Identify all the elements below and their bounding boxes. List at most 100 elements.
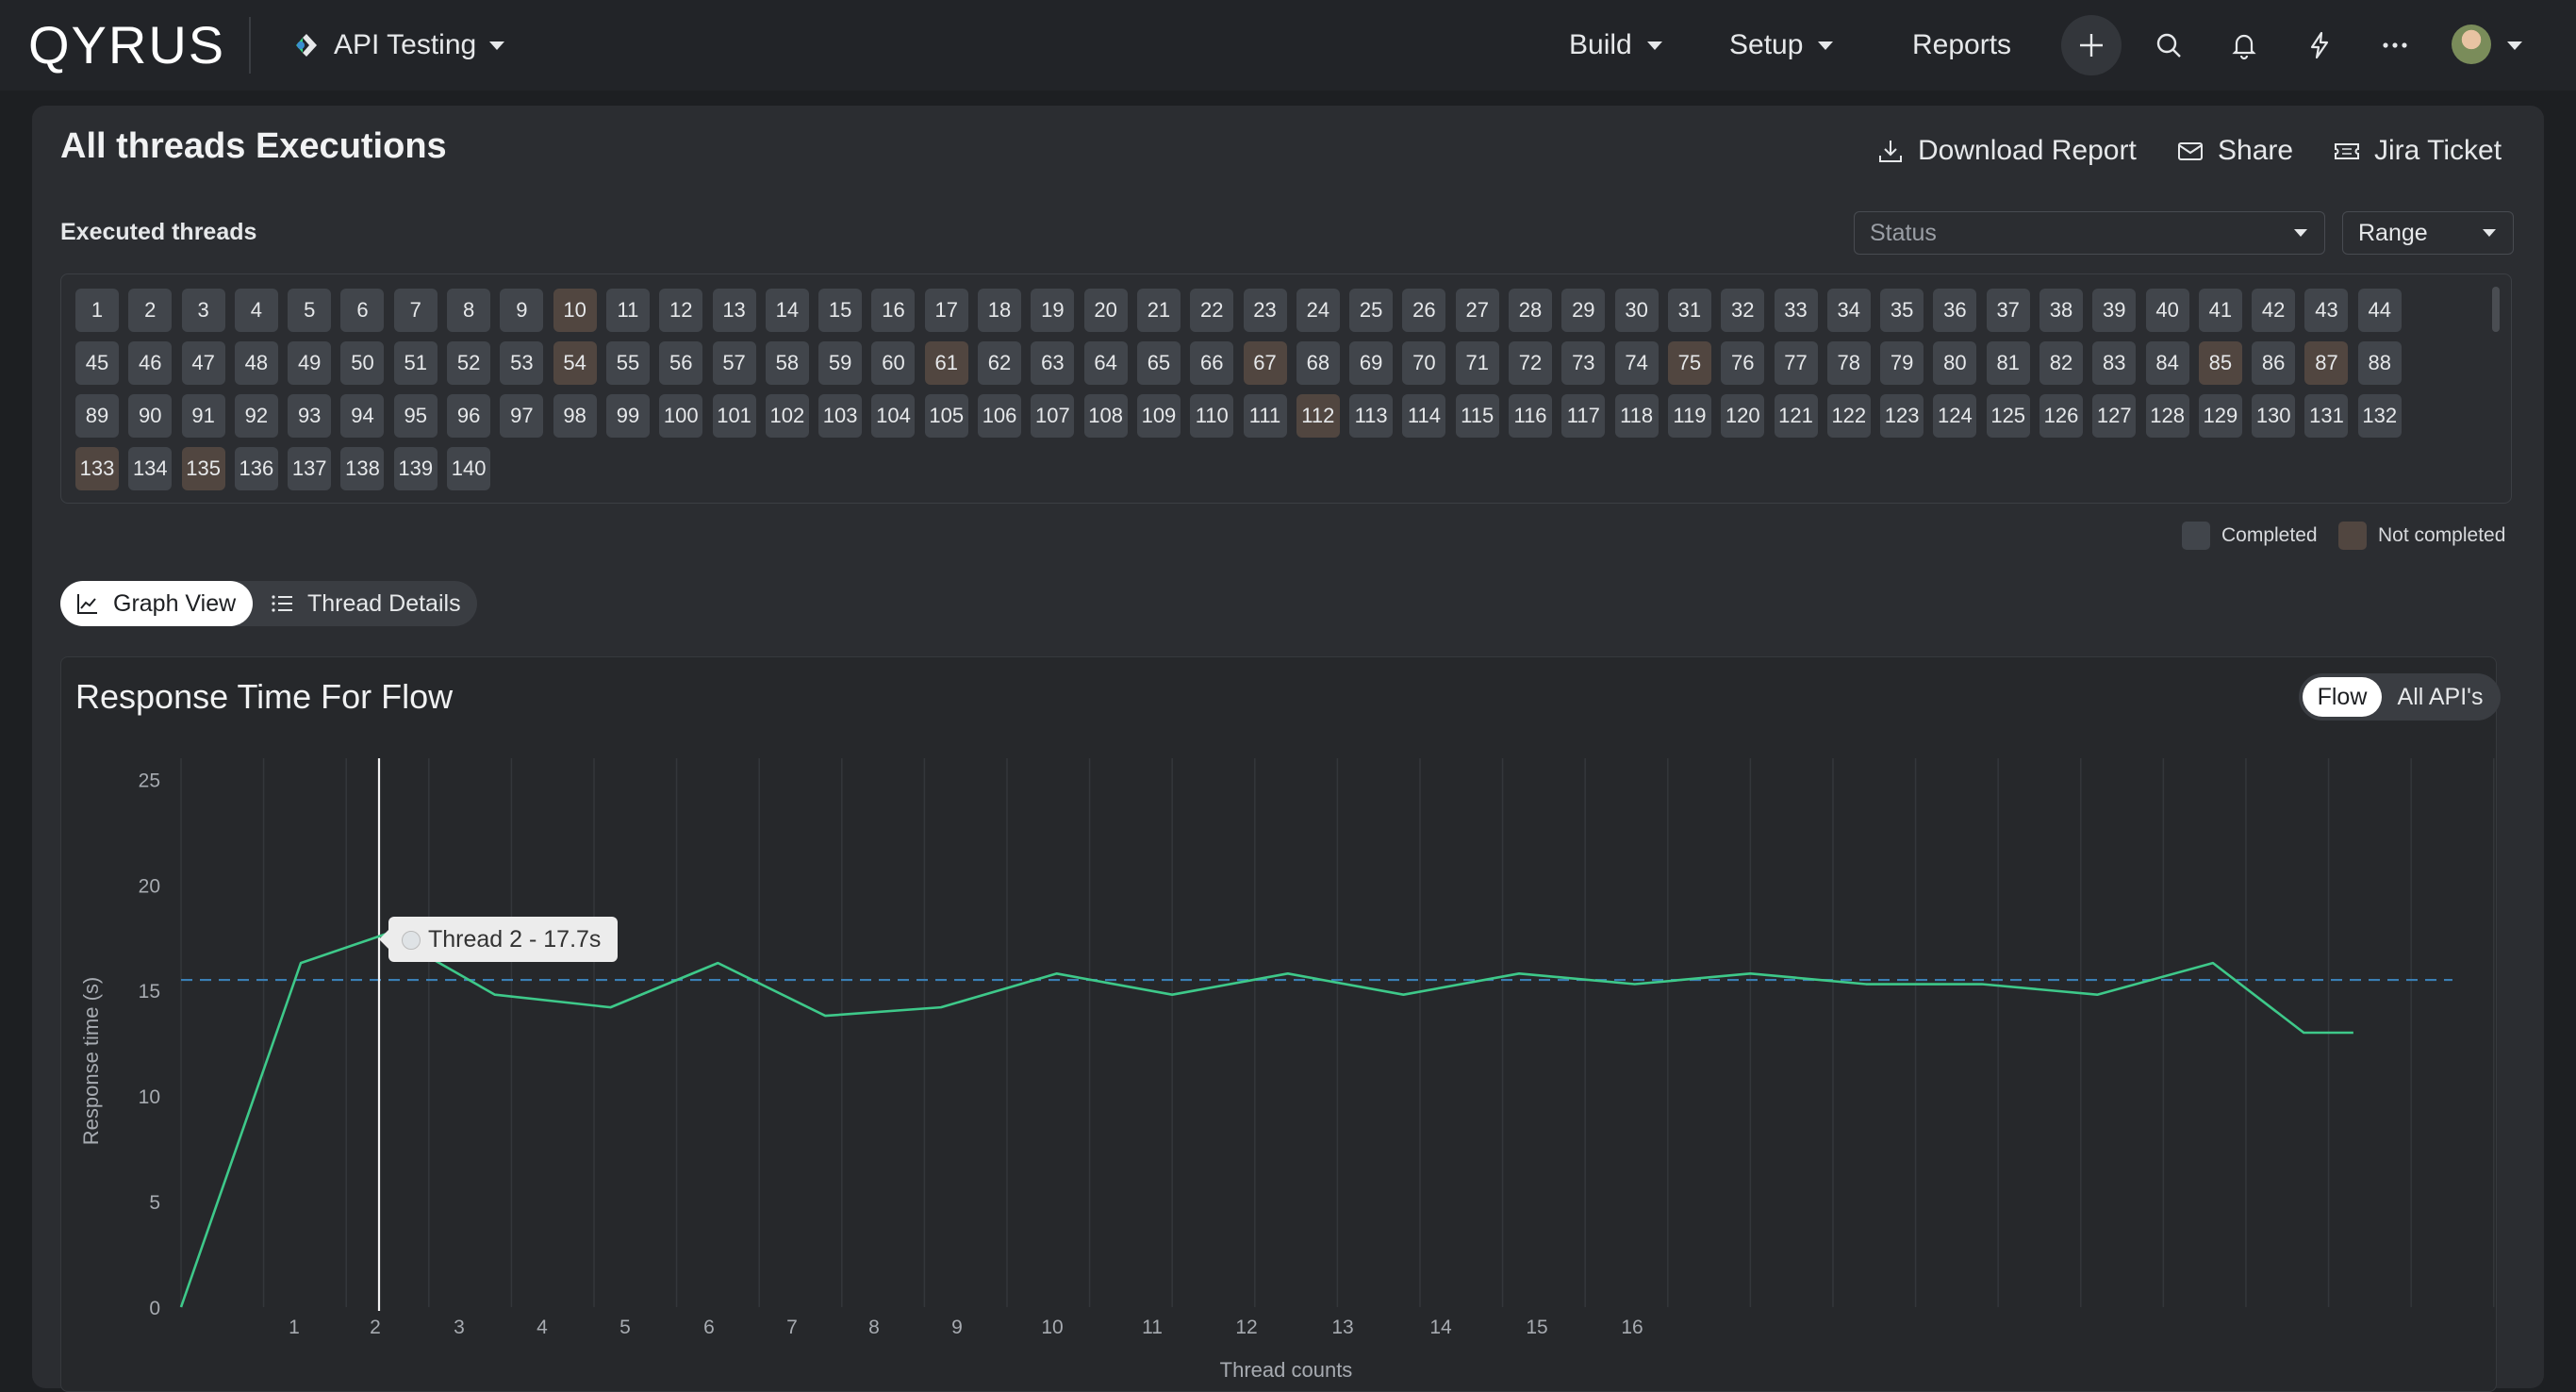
- thread-chip-13[interactable]: 13: [712, 289, 756, 332]
- thread-chip-9[interactable]: 9: [500, 289, 544, 332]
- thread-chip-56[interactable]: 56: [659, 341, 703, 385]
- thread-chip-109[interactable]: 109: [1136, 394, 1181, 438]
- thread-chip-14[interactable]: 14: [765, 289, 809, 332]
- thread-chip-10[interactable]: 10: [553, 289, 597, 332]
- thread-chip-136[interactable]: 136: [234, 447, 278, 490]
- thread-chip-73[interactable]: 73: [1561, 341, 1606, 385]
- thread-chip-6[interactable]: 6: [340, 289, 385, 332]
- thread-chip-107[interactable]: 107: [1031, 394, 1075, 438]
- thread-chip-23[interactable]: 23: [1243, 289, 1287, 332]
- thread-chip-112[interactable]: 112: [1296, 394, 1340, 438]
- thread-chip-31[interactable]: 31: [1667, 289, 1711, 332]
- thread-chip-126[interactable]: 126: [2039, 394, 2083, 438]
- thread-chip-100[interactable]: 100: [659, 394, 703, 438]
- thread-chip-28[interactable]: 28: [1509, 289, 1553, 332]
- thread-chip-7[interactable]: 7: [393, 289, 438, 332]
- thread-chip-45[interactable]: 45: [75, 341, 119, 385]
- thread-chip-17[interactable]: 17: [924, 289, 968, 332]
- thread-chip-29[interactable]: 29: [1561, 289, 1606, 332]
- thread-chip-40[interactable]: 40: [2145, 289, 2189, 332]
- thread-chip-74[interactable]: 74: [1614, 341, 1659, 385]
- thread-chip-54[interactable]: 54: [553, 341, 597, 385]
- thread-chip-99[interactable]: 99: [605, 394, 650, 438]
- thread-details-tab[interactable]: Thread Details: [255, 581, 477, 626]
- threads-scrollbar[interactable]: [2492, 287, 2500, 332]
- flow-tab[interactable]: Flow: [2303, 677, 2382, 717]
- thread-chip-139[interactable]: 139: [393, 447, 438, 490]
- thread-chip-135[interactable]: 135: [181, 447, 225, 490]
- thread-chip-80[interactable]: 80: [1933, 341, 1977, 385]
- more-button[interactable]: [2369, 19, 2421, 72]
- graph-view-tab[interactable]: Graph View: [60, 581, 253, 626]
- thread-chip-55[interactable]: 55: [605, 341, 650, 385]
- thread-chip-3[interactable]: 3: [181, 289, 225, 332]
- thread-chip-114[interactable]: 114: [1402, 394, 1446, 438]
- thread-chip-105[interactable]: 105: [924, 394, 968, 438]
- thread-chip-21[interactable]: 21: [1136, 289, 1181, 332]
- thread-chip-133[interactable]: 133: [75, 447, 119, 490]
- status-select[interactable]: Status: [1854, 211, 2325, 255]
- thread-chip-35[interactable]: 35: [1880, 289, 1924, 332]
- notifications-button[interactable]: [2218, 19, 2271, 72]
- nav-build[interactable]: Build: [1569, 21, 1662, 70]
- thread-chip-92[interactable]: 92: [234, 394, 278, 438]
- thread-chip-131[interactable]: 131: [2304, 394, 2349, 438]
- all-apis-tab[interactable]: All API's: [2386, 677, 2495, 717]
- thread-chip-25[interactable]: 25: [1349, 289, 1394, 332]
- thread-chip-91[interactable]: 91: [181, 394, 225, 438]
- thread-chip-53[interactable]: 53: [500, 341, 544, 385]
- thread-chip-5[interactable]: 5: [288, 289, 332, 332]
- share-button[interactable]: Share: [2176, 132, 2293, 170]
- thread-chip-20[interactable]: 20: [1083, 289, 1128, 332]
- thread-chip-59[interactable]: 59: [818, 341, 863, 385]
- thread-chip-67[interactable]: 67: [1243, 341, 1287, 385]
- thread-chip-113[interactable]: 113: [1349, 394, 1394, 438]
- thread-chip-44[interactable]: 44: [2357, 289, 2402, 332]
- thread-chip-117[interactable]: 117: [1561, 394, 1606, 438]
- thread-chip-129[interactable]: 129: [2198, 394, 2242, 438]
- thread-chip-52[interactable]: 52: [447, 341, 491, 385]
- thread-chip-18[interactable]: 18: [978, 289, 1022, 332]
- nav-reports[interactable]: Reports: [1912, 21, 2011, 70]
- thread-chip-63[interactable]: 63: [1031, 341, 1075, 385]
- thread-chip-26[interactable]: 26: [1402, 289, 1446, 332]
- thread-chip-118[interactable]: 118: [1614, 394, 1659, 438]
- thread-chip-16[interactable]: 16: [871, 289, 916, 332]
- thread-chip-1[interactable]: 1: [75, 289, 119, 332]
- thread-chip-94[interactable]: 94: [340, 394, 385, 438]
- thread-chip-27[interactable]: 27: [1455, 289, 1499, 332]
- thread-chip-61[interactable]: 61: [924, 341, 968, 385]
- thread-chip-138[interactable]: 138: [340, 447, 385, 490]
- thread-chip-86[interactable]: 86: [2252, 341, 2296, 385]
- thread-chip-2[interactable]: 2: [128, 289, 173, 332]
- thread-chip-70[interactable]: 70: [1402, 341, 1446, 385]
- chevron-down-icon[interactable]: [2507, 41, 2522, 50]
- thread-chip-79[interactable]: 79: [1880, 341, 1924, 385]
- thread-chip-95[interactable]: 95: [393, 394, 438, 438]
- thread-chip-33[interactable]: 33: [1774, 289, 1818, 332]
- thread-chip-75[interactable]: 75: [1667, 341, 1711, 385]
- thread-chip-41[interactable]: 41: [2198, 289, 2242, 332]
- thread-chip-130[interactable]: 130: [2252, 394, 2296, 438]
- jira-ticket-button[interactable]: Jira Ticket: [2333, 132, 2502, 170]
- thread-chip-48[interactable]: 48: [234, 341, 278, 385]
- thread-chip-15[interactable]: 15: [818, 289, 863, 332]
- thread-chip-132[interactable]: 132: [2357, 394, 2402, 438]
- thread-chip-81[interactable]: 81: [1986, 341, 2030, 385]
- thread-chip-119[interactable]: 119: [1667, 394, 1711, 438]
- thread-chip-102[interactable]: 102: [765, 394, 809, 438]
- thread-chip-69[interactable]: 69: [1349, 341, 1394, 385]
- thread-chip-110[interactable]: 110: [1190, 394, 1234, 438]
- thread-chip-47[interactable]: 47: [181, 341, 225, 385]
- avatar[interactable]: [2452, 25, 2491, 64]
- thread-chip-46[interactable]: 46: [128, 341, 173, 385]
- search-button[interactable]: [2142, 19, 2195, 72]
- range-select[interactable]: Range: [2342, 211, 2514, 255]
- thread-chip-65[interactable]: 65: [1136, 341, 1181, 385]
- thread-chip-93[interactable]: 93: [288, 394, 332, 438]
- thread-chip-87[interactable]: 87: [2304, 341, 2349, 385]
- thread-chip-12[interactable]: 12: [659, 289, 703, 332]
- thread-chip-62[interactable]: 62: [978, 341, 1022, 385]
- thread-chip-96[interactable]: 96: [447, 394, 491, 438]
- thread-chip-76[interactable]: 76: [1721, 341, 1765, 385]
